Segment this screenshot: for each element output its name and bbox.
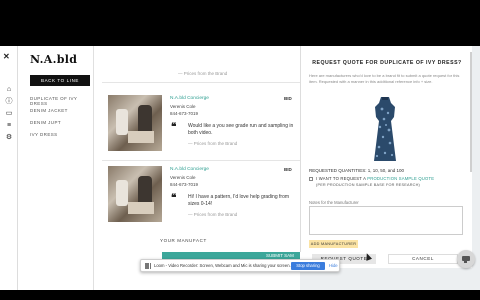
request-sample-label: I WANT TO REQUEST A PRODUCTION SAMPLE QU…	[316, 176, 434, 181]
back-to-line-button[interactable]: BACK TO LINE	[30, 75, 90, 86]
info-icon[interactable]: ⓘ	[5, 98, 13, 106]
message-text: Would like a you see grade run and sampl…	[188, 123, 294, 136]
contact-name: Verenis Cole	[170, 175, 196, 180]
request-sample-prefix: I WANT TO REQUEST A	[316, 176, 366, 181]
pause-icon-bar	[150, 263, 151, 269]
message-card: N.A.bld Concierge Verenis Cole 844-673-7…	[108, 166, 300, 232]
settings-icon[interactable]: ⚙	[5, 134, 13, 142]
folder-icon[interactable]: ▭	[5, 110, 13, 118]
contact-phone: 844-673-7019	[170, 182, 199, 187]
sharing-text: Loom - Video Recorder: Screen, Webcam an…	[154, 263, 291, 268]
quote-icon: ❝	[171, 122, 177, 133]
workshop-photo	[108, 95, 162, 151]
requested-quantities: REQUESTED QUANTITIES: 1, 10, 50, and 100	[309, 168, 405, 173]
pause-icon	[145, 263, 149, 269]
workshop-photo	[108, 166, 162, 222]
bid-label: BID	[284, 96, 292, 101]
sender-link[interactable]: N.A.bld Concierge	[170, 167, 209, 172]
add-manufacturer-button[interactable]: ADD MANUFACTURER	[309, 240, 358, 248]
per-production-note: (PER PRODUCTION SAMPLE BASE FOR RESEARCH…	[316, 183, 420, 187]
stop-sharing-button[interactable]: Stop sharing	[291, 262, 325, 270]
from-brand-note: — Prices from the Brand	[188, 141, 238, 146]
notes-label: Notes for the Manufacturer	[309, 200, 359, 205]
production-sample-quote-link[interactable]: PRODUCTION SAMPLE QUOTE	[367, 176, 434, 181]
hide-button[interactable]: Hide	[329, 263, 338, 268]
nav-item-denim-jupt[interactable]: DENIM JUPT	[30, 120, 61, 125]
message-text: Hi! I have a pattern, I'd love help grad…	[188, 194, 290, 207]
modal-title: REQUEST QUOTE FOR DUPLICATE OF IVY DRESS…	[312, 60, 462, 66]
list-icon[interactable]: ≡	[5, 122, 13, 130]
divider	[102, 160, 308, 161]
logo-icon: ✕	[3, 52, 10, 61]
your-manufacturers-label: YOUR MANUFACT	[160, 238, 207, 243]
production-sample-checkbox[interactable]	[309, 177, 313, 181]
app-window: ✕ ⌂ ⓘ ▭ ≡ ⚙ N.A.bld BACK TO LINE DUPLICA…	[0, 46, 480, 290]
quote-icon: ❝	[171, 193, 177, 204]
request-quote-modal: REQUEST QUOTE FOR DUPLICATE OF IVY DRESS…	[300, 46, 473, 268]
modal-scrollbar[interactable]	[470, 52, 472, 172]
chat-icon[interactable]	[457, 250, 475, 268]
contact-name: Verenis Cole	[170, 104, 196, 109]
nav-item-duplicate-of-ivy-dress[interactable]: DUPLICATE OF IVY DRESS	[30, 96, 93, 106]
nav-item-ivy-dress[interactable]: IVY DRESS	[30, 132, 58, 137]
sender-link[interactable]: N.A.bld Concierge	[170, 96, 209, 101]
contact-phone: 844-673-7019	[170, 111, 199, 116]
brand-logo: N.A.bld	[30, 53, 78, 66]
screen-sharing-bar: Loom - Video Recorder: Screen, Webcam an…	[140, 259, 340, 272]
line-nav: N.A.bld BACK TO LINE DUPLICATE OF IVY DR…	[18, 46, 94, 290]
icon-rail: ✕ ⌂ ⓘ ▭ ≡ ⚙	[0, 46, 18, 290]
dress-image	[374, 97, 396, 161]
from-brand-note: — Prices from the Brand	[178, 71, 228, 76]
bid-label: BID	[284, 167, 292, 172]
notes-textarea[interactable]	[309, 206, 463, 235]
submit-sample-label: SUBMIT SAM	[266, 253, 294, 258]
message-card: N.A.bld Concierge Verenis Cole 844-673-7…	[108, 95, 300, 161]
modal-subtitle: Here are manufacturers who'd love to be …	[309, 73, 460, 84]
from-brand-note: — Prices from the Brand	[188, 212, 238, 217]
divider	[102, 82, 308, 83]
nav-item-denim-jacket[interactable]: DENIM JACKET	[30, 108, 68, 113]
cancel-button[interactable]: CANCEL	[388, 254, 458, 264]
home-icon[interactable]: ⌂	[5, 86, 13, 94]
